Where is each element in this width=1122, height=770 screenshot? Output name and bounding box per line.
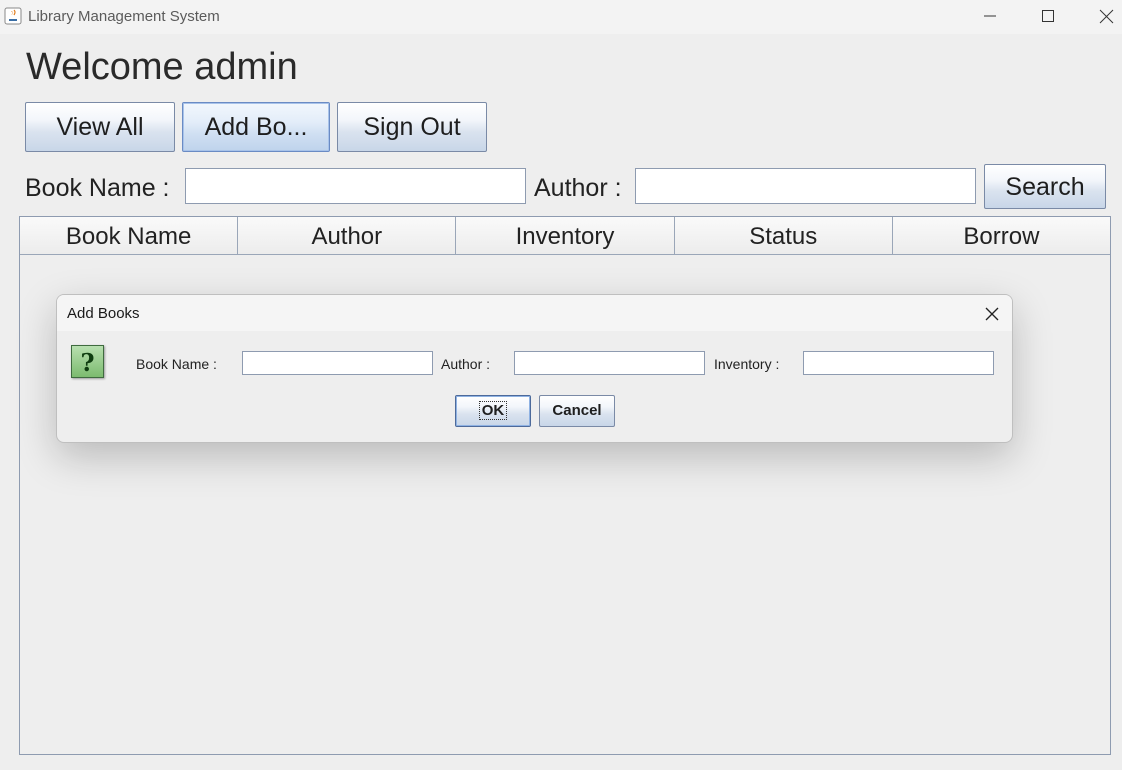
close-icon	[1099, 9, 1114, 24]
dialog-author-input[interactable]	[514, 351, 705, 375]
column-header-author[interactable]: Author	[238, 217, 457, 255]
maximize-icon	[1042, 10, 1054, 22]
book-name-search-input[interactable]	[185, 168, 526, 204]
dialog-title: Add Books	[67, 305, 140, 322]
dialog-book-name-input[interactable]	[242, 351, 433, 375]
dialog-author-label: Author :	[441, 356, 491, 372]
question-icon: ?	[71, 345, 104, 378]
author-search-input[interactable]	[635, 168, 976, 204]
dialog-inventory-label: Inventory :	[714, 356, 780, 372]
close-window-button[interactable]	[1084, 0, 1122, 34]
column-header-book-name[interactable]: Book Name	[20, 217, 239, 255]
sign-out-button[interactable]: Sign Out	[337, 102, 487, 152]
window-titlebar: Library Management System	[0, 0, 1122, 34]
maximize-button[interactable]	[1025, 0, 1071, 34]
book-name-label: Book Name :	[25, 174, 170, 202]
minimize-icon	[984, 15, 996, 17]
minimize-button[interactable]	[967, 0, 1013, 34]
dialog-close-icon[interactable]	[983, 305, 1001, 323]
column-header-inventory[interactable]: Inventory	[456, 217, 675, 255]
author-label: Author :	[534, 174, 622, 202]
view-all-button[interactable]: View All	[25, 102, 175, 152]
welcome-heading: Welcome admin	[26, 46, 298, 88]
column-header-borrow[interactable]: Borrow	[892, 217, 1111, 255]
dialog-book-name-label: Book Name :	[136, 356, 217, 372]
table-header: Book Name Author Inventory Status Borrow	[20, 217, 1111, 255]
add-books-dialog: Add Books ? Book Name : Author : Invento…	[56, 294, 1013, 443]
dialog-inventory-input[interactable]	[803, 351, 994, 375]
search-button[interactable]: Search	[984, 164, 1106, 209]
column-header-status[interactable]: Status	[674, 217, 893, 255]
cancel-button[interactable]: Cancel	[539, 395, 615, 427]
java-app-icon	[4, 7, 22, 25]
dialog-titlebar: Add Books	[57, 295, 1012, 331]
add-books-button[interactable]: Add Bo...	[182, 102, 330, 152]
ok-button[interactable]: OK	[455, 395, 531, 427]
window-title: Library Management System	[28, 8, 220, 25]
ok-button-label: OK	[478, 401, 508, 420]
